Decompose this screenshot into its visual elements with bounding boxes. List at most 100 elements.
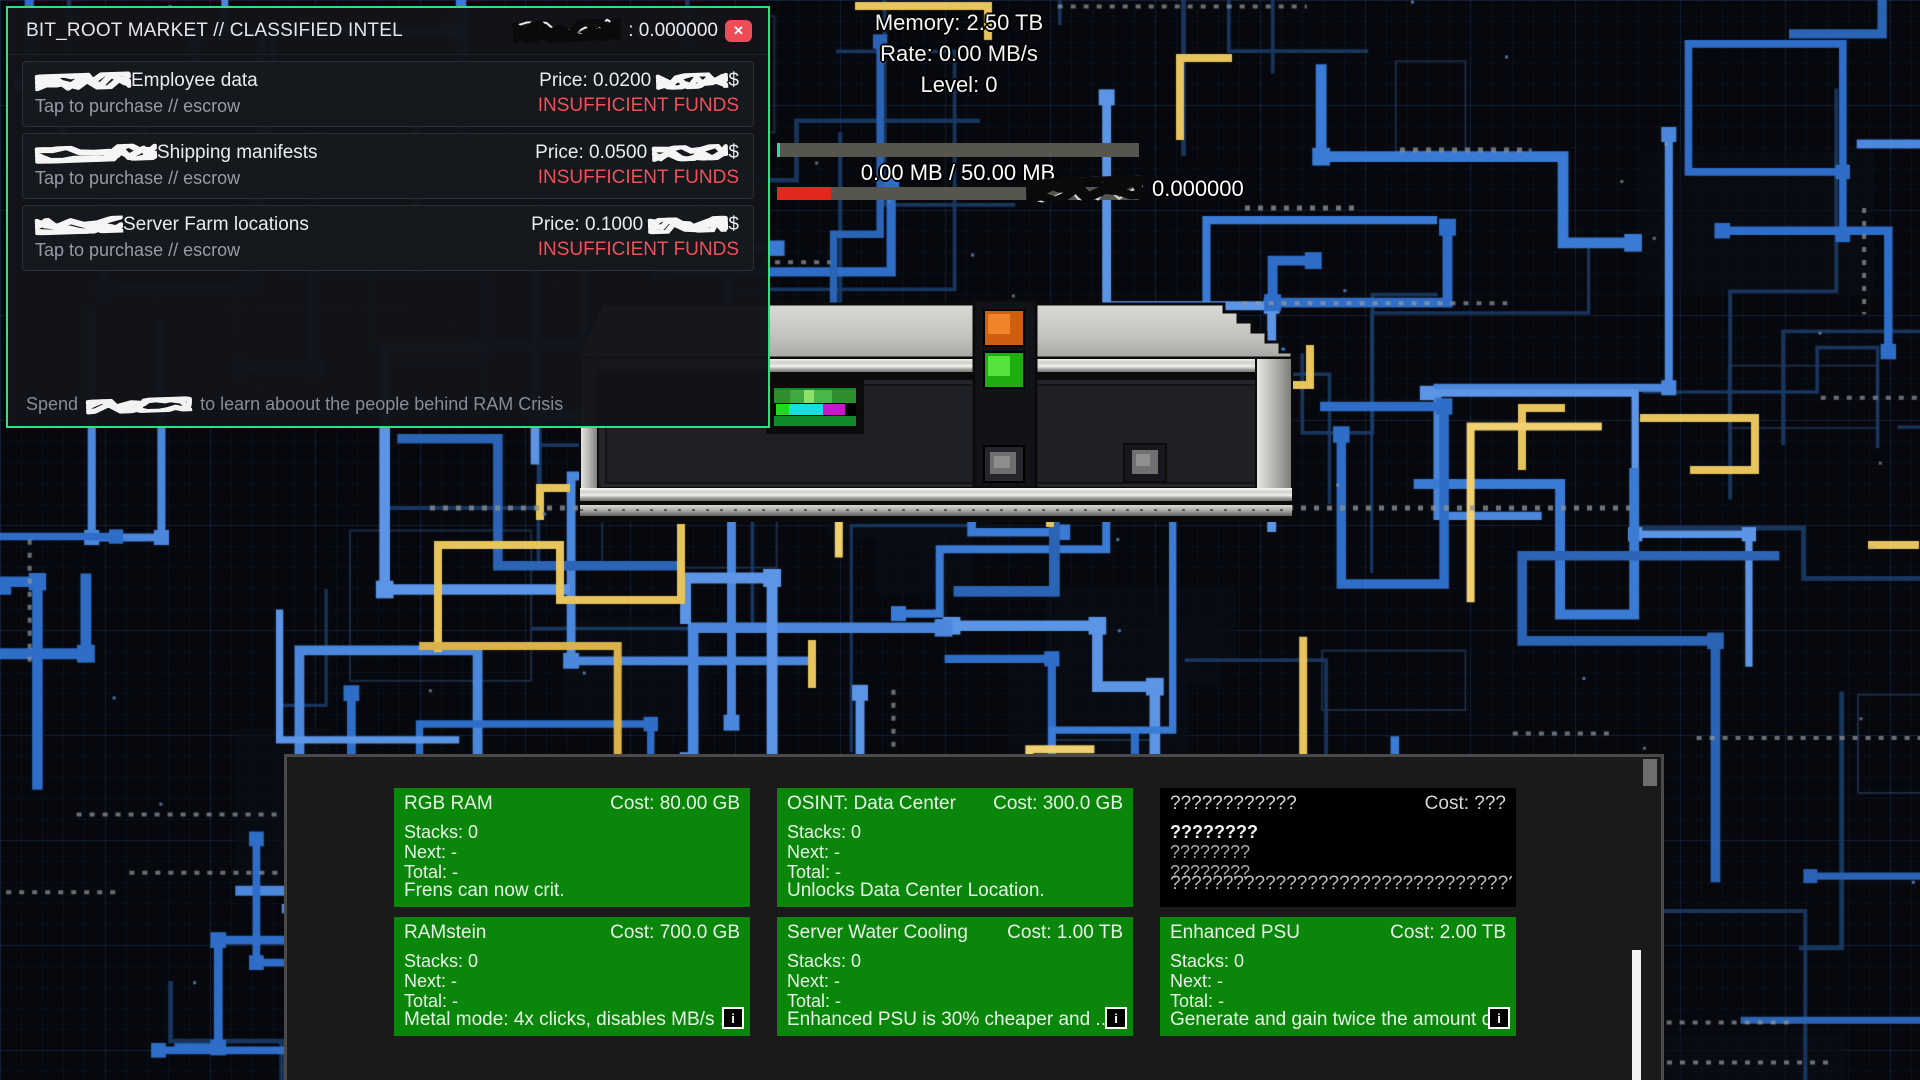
redaction-scribble xyxy=(656,72,729,91)
memory-progress-fill xyxy=(777,143,780,157)
rate-progress-fill xyxy=(777,187,831,200)
shop-card-grid: RGB RAMCost: 80.00 GBStacks: 0Next: -Tot… xyxy=(394,788,1516,1036)
shop-card-title: OSINT: Data Center xyxy=(787,793,956,815)
shop-card-total: Total: - xyxy=(787,862,1123,882)
redaction-scribble xyxy=(35,71,132,91)
shop-card-stacks: Stacks: 0 xyxy=(787,822,1123,842)
server-rail-gap xyxy=(580,501,1292,505)
redaction-scribble xyxy=(648,216,729,235)
shop-panel: RGB RAMCost: 80.00 GBStacks: 0Next: -Tot… xyxy=(284,754,1664,1080)
shop-card[interactable]: ???????????? Cost: ??????????????????????… xyxy=(1160,788,1516,907)
market-item-price: Price: 0.0200 $ xyxy=(539,70,739,92)
shop-card[interactable]: OSINT: Data Center Cost: 300.0 GB Stacks: … xyxy=(777,788,1133,907)
memory-progress-bar xyxy=(777,143,1139,157)
market-title: BIT_ROOT MARKET // CLASSIFIED INTEL xyxy=(26,20,403,42)
shop-card-cost: Cost: 300.0 GB xyxy=(993,793,1123,815)
shop-card-stacks: Stacks: 0 xyxy=(404,951,740,971)
market-item-list: Employee data Price: 0.0200 $ Tap to purch… xyxy=(8,61,768,271)
shop-card-cost: Cost: 2.00 TB xyxy=(1390,922,1506,944)
market-item-title: Employee data xyxy=(35,70,258,92)
shop-card-description: Generate and gain twice the amount o xyxy=(1170,1009,1512,1031)
rate-stat: Rate: 0.00 MB/s xyxy=(846,41,1072,67)
shop-card-total: Total: - xyxy=(1170,991,1506,1011)
level-stat: Level: 0 xyxy=(846,72,1072,98)
shop-card-description: Metal mode: 4x clicks, disables MB/s .. xyxy=(404,1009,746,1031)
shop-card-description: Enhanced PSU is 30% cheaper and .. xyxy=(787,1009,1129,1031)
shop-card-description: Frens can now crit. xyxy=(404,880,746,902)
market-item-title: Server Farm locations xyxy=(35,214,309,236)
rgb-led-module xyxy=(766,380,864,434)
insufficient-funds-status: INSUFFICIENT FUNDS xyxy=(538,167,739,189)
market-header: BIT_ROOT MARKET // CLASSIFIED INTEL : 0.… xyxy=(8,8,768,55)
redaction-scribble xyxy=(513,18,622,44)
shop-card-next: Next: - xyxy=(787,842,1123,862)
shop-card-cost: Cost: 700.0 GB xyxy=(610,922,740,944)
shop-card-cost: Cost: ??? xyxy=(1425,793,1506,815)
shop-card-total: Total: - xyxy=(787,991,1123,1011)
server-bottom-rail-2 xyxy=(580,505,1292,516)
shop-card-cost: Cost: 80.00 GB xyxy=(610,793,740,815)
shop-scrollbar-thumb[interactable] xyxy=(1632,950,1641,1080)
shop-card-description: ????????????????????????????????????????… xyxy=(1170,874,1512,907)
server-bottom-rail-1 xyxy=(580,488,1292,501)
hud-stats: Memory: 2.50 TB Rate: 0.00 MB/s Level: 0 xyxy=(846,10,1072,103)
shop-card-total: Total: - xyxy=(404,862,740,882)
hud-balance: 0.000000 xyxy=(1026,176,1244,202)
server-right-rail xyxy=(1256,358,1292,504)
shop-card[interactable]: Server Water Cooling Cost: 1.00 TB Stacks:… xyxy=(777,917,1133,1036)
info-icon[interactable]: i xyxy=(1105,1007,1127,1029)
shop-card-stacks: ???????? xyxy=(1170,822,1506,842)
shop-card-next: Next: - xyxy=(404,971,740,991)
market-footer-prefix: Spend xyxy=(26,394,78,415)
market-balance: : 0.000000 xyxy=(628,20,718,42)
memory-stat: Memory: 2.50 TB xyxy=(846,10,1072,36)
shop-card-next: ???????? xyxy=(1170,842,1506,862)
hud-balance-value: 0.000000 xyxy=(1152,176,1244,202)
close-button[interactable]: ✕ xyxy=(725,20,752,42)
market-panel: BIT_ROOT MARKET // CLASSIFIED INTEL : 0.… xyxy=(6,6,770,428)
orange-led-glow xyxy=(988,314,1010,334)
redaction-scribble xyxy=(86,396,192,415)
market-footer: Spend to learn aboout the people behind … xyxy=(26,394,563,415)
info-icon[interactable]: i xyxy=(1488,1007,1510,1029)
market-item-title: Shipping manifests xyxy=(35,142,318,164)
info-icon[interactable]: i xyxy=(722,1007,744,1029)
face-button[interactable] xyxy=(1124,444,1166,482)
market-item[interactable]: Server Farm locations Price: 0.1000 $ Tap … xyxy=(22,205,754,271)
insufficient-funds-status: INSUFFICIENT FUNDS xyxy=(538,239,739,261)
market-item[interactable]: Shipping manifests Price: 0.0500 $ Tap to … xyxy=(22,133,754,199)
channel-button-highlight xyxy=(994,456,1010,468)
market-item-subtitle: Tap to purchase // escrow xyxy=(35,96,240,117)
shop-card-title: Server Water Cooling xyxy=(787,922,968,944)
shop-card[interactable]: Enhanced PSU Cost: 2.00 TB Stacks: 0Next: … xyxy=(1160,917,1516,1036)
shop-card-title: ???????????? xyxy=(1170,793,1297,815)
led-channel xyxy=(974,300,1036,488)
green-led-glow xyxy=(988,356,1010,376)
shop-card-stacks: Stacks: 0 xyxy=(404,822,740,842)
shop-card-next: Next: - xyxy=(787,971,1123,991)
shop-card-next: Next: - xyxy=(404,842,740,862)
shop-card-total: Total: - xyxy=(404,991,740,1011)
shop-card-title: Enhanced PSU xyxy=(1170,922,1300,944)
redaction-scribble xyxy=(652,144,729,163)
market-item-price: Price: 0.1000 $ xyxy=(531,214,739,236)
shop-card-next: Next: - xyxy=(1170,971,1506,991)
redaction-scribble xyxy=(35,142,158,163)
shop-card-description: Unlocks Data Center Location. xyxy=(787,880,1129,902)
redaction-scribble xyxy=(35,215,124,235)
shop-scroll-corner xyxy=(1643,759,1657,786)
shop-card-title: RAMstein xyxy=(404,922,486,944)
shop-card[interactable]: RGB RAMCost: 80.00 GBStacks: 0Next: -Tot… xyxy=(394,788,750,907)
shop-card-stacks: Stacks: 0 xyxy=(1170,951,1506,971)
market-footer-suffix: to learn aboout the people behind RAM Cr… xyxy=(200,394,563,415)
redaction-scribble xyxy=(1026,175,1145,203)
shop-card-cost: Cost: 1.00 TB xyxy=(1007,922,1123,944)
shop-card-stacks: Stacks: 0 xyxy=(787,951,1123,971)
shop-card[interactable]: RAMstein Cost: 700.0 GB Stacks: 0Next: -To… xyxy=(394,917,750,1036)
market-item-subtitle: Tap to purchase // escrow xyxy=(35,168,240,189)
insufficient-funds-status: INSUFFICIENT FUNDS xyxy=(538,95,739,117)
market-item[interactable]: Employee data Price: 0.0200 $ Tap to purch… xyxy=(22,61,754,127)
market-item-price: Price: 0.0500 $ xyxy=(535,142,739,164)
server-bottom-edge xyxy=(580,516,1292,522)
market-item-subtitle: Tap to purchase // escrow xyxy=(35,240,240,261)
